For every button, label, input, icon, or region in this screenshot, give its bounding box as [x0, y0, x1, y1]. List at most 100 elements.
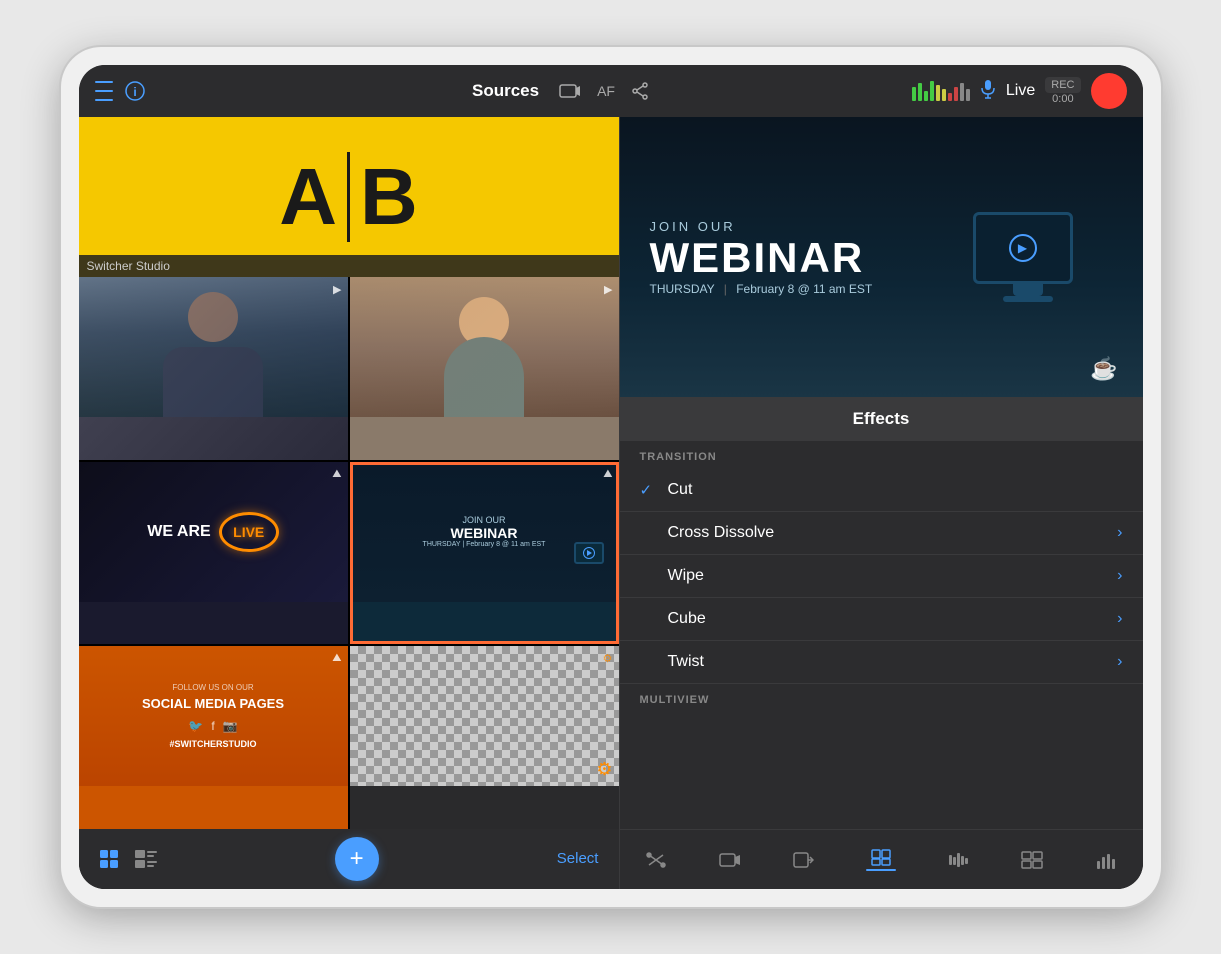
play-button-icon: ▶ [1009, 234, 1037, 262]
source-cell-social[interactable]: FOLLOW US ON OUR SOCIAL MEDIA PAGES 🐦 f … [79, 646, 348, 829]
preview-monitor: ▶ [973, 212, 1083, 302]
effect-item-twist[interactable]: ✓ Twist › [620, 641, 1143, 684]
wipe-label: Wipe [668, 567, 1118, 585]
grid-view-button[interactable] [99, 849, 119, 869]
effect-item-cut[interactable]: ✓ Cut [620, 469, 1143, 512]
twist-label: Twist [668, 653, 1118, 671]
top-bar-right: Live REC 0:00 [827, 73, 1127, 109]
record-button[interactable] [1091, 73, 1127, 109]
toolbar-mixer[interactable] [635, 847, 677, 873]
right-panel: JOIN OUR WEBINAR THURSDAY | February 8 @… [619, 117, 1143, 889]
tablet-screen: i Sources AF [79, 65, 1143, 889]
monitor-icon-mini [574, 542, 604, 564]
effect-item-cube[interactable]: ✓ Cube › [620, 598, 1143, 641]
ab-box: A B [79, 117, 619, 277]
cam1-preview [79, 277, 348, 417]
bottom-bar: + Select [79, 829, 619, 889]
select-button[interactable]: Select [557, 850, 599, 868]
top-bar-center: Sources AF [295, 81, 827, 101]
instagram-icon: 📷 [223, 719, 238, 733]
monitor-base [1003, 296, 1053, 302]
main-content: A B Switcher Studio [79, 117, 1143, 889]
cross-dissolve-chevron: › [1117, 524, 1122, 542]
sources-grid: ▶ ▶ W [79, 277, 619, 829]
cut-checkmark: ✓ [640, 481, 664, 499]
wipe-checkmark: ✓ [640, 567, 664, 585]
monitor-screen: ▶ [973, 212, 1073, 284]
source-cell-webinar[interactable]: JOIN OUR WEBINAR THURSDAY | February 8 @… [350, 462, 619, 645]
webinar-badge: ⛰ [603, 468, 612, 481]
thursday-label: THURSDAY [650, 282, 715, 296]
cam2-body [444, 337, 524, 417]
social-hashtag: #SWITCHERSTUDIO [169, 739, 256, 749]
source-cell-transparent[interactable]: ⚙ ⚙ [350, 646, 619, 829]
audio-level-bars [912, 81, 970, 101]
toolbar-audio[interactable] [938, 847, 980, 873]
live-badge: ⛰ [332, 468, 341, 481]
source-cell-live[interactable]: WE ARE LIVE ⛰ [79, 462, 348, 645]
menu-icon[interactable] [95, 79, 113, 103]
mug-icon: ☕ [1090, 356, 1117, 382]
social-main-text: SOCIAL MEDIA PAGES [142, 696, 284, 711]
right-toolbar [620, 829, 1143, 889]
date-label: February 8 @ 11 am EST [736, 282, 872, 296]
toolbar-effects[interactable] [856, 844, 906, 875]
cut-label: Cut [668, 481, 1123, 499]
effect-item-cross-dissolve[interactable]: ✓ Cross Dissolve › [620, 512, 1143, 555]
effects-panel: Effects TRANSITION ✓ Cut ✓ Cross Dissolv… [620, 397, 1143, 829]
preview-webinar-content: JOIN OUR WEBINAR THURSDAY | February 8 @… [620, 117, 1143, 397]
wipe-chevron: › [1117, 567, 1122, 585]
left-panel: A B Switcher Studio [79, 117, 619, 889]
webinar-mini-preview: JOIN OUR WEBINAR THURSDAY | February 8 @… [350, 462, 619, 602]
preview-area: JOIN OUR WEBINAR THURSDAY | February 8 @… [620, 117, 1143, 397]
cross-dissolve-checkmark: ✓ [640, 524, 664, 542]
rec-timer: 0:00 [1052, 93, 1073, 105]
af-label[interactable]: AF [597, 83, 615, 99]
add-source-button[interactable]: + [335, 837, 379, 881]
live-label: Live [1006, 82, 1035, 100]
info-icon[interactable]: i [125, 81, 145, 101]
toolbar-multiview[interactable] [1011, 847, 1053, 873]
twist-checkmark: ✓ [640, 653, 664, 671]
cross-dissolve-label: Cross Dissolve [668, 524, 1118, 542]
svg-text:i: i [133, 85, 136, 99]
add-button-container: + [335, 837, 379, 881]
top-bar-left: i [95, 79, 295, 103]
social-badge: ⛰ [332, 652, 341, 665]
toolbar-camera[interactable] [709, 847, 751, 873]
webinar-join-our: JOIN OUR [462, 515, 505, 525]
tablet-frame: i Sources AF [61, 47, 1161, 907]
live-ring: LIVE [219, 512, 279, 552]
microphone-icon[interactable] [980, 79, 996, 104]
transparent-badge: ⚙ [603, 652, 613, 665]
facebook-icon: f [211, 719, 214, 733]
cube-chevron: › [1117, 610, 1122, 628]
twitter-icon: 🐦 [188, 719, 203, 733]
social-icons-row: 🐦 f 📷 [188, 719, 237, 733]
source-cell-cam1[interactable]: ▶ [79, 277, 348, 460]
switcher-label: Switcher Studio [79, 255, 619, 277]
social-follow-text: FOLLOW US ON OUR [172, 683, 253, 692]
transparent-preview: ⚙ [350, 646, 619, 786]
source-cell-cam2[interactable]: ▶ [350, 277, 619, 460]
camera-icon[interactable] [559, 82, 581, 100]
toolbar-stats[interactable] [1085, 847, 1127, 873]
ab-divider [347, 152, 350, 242]
ab-text: A B [279, 151, 418, 243]
top-bar: i Sources AF [79, 65, 1143, 117]
live-preview: WE ARE LIVE [79, 462, 348, 602]
twist-chevron: › [1117, 653, 1122, 671]
sources-title: Sources [472, 81, 539, 101]
webinar-mini-title: WEBINAR [451, 525, 518, 541]
multiview-section-label: MULTIVIEW [620, 684, 1143, 712]
effect-item-wipe[interactable]: ✓ Wipe › [620, 555, 1143, 598]
cam1-badge: ▶ [333, 283, 341, 296]
transition-section-label: TRANSITION [620, 441, 1143, 469]
toolbar-output[interactable] [782, 847, 824, 873]
b-label: B [360, 151, 418, 243]
list-view-button[interactable] [135, 849, 157, 869]
ab-preview: A B Switcher Studio [79, 117, 619, 277]
share-icon[interactable] [631, 82, 649, 100]
cube-label: Cube [668, 610, 1118, 628]
rec-badge: REC [1045, 77, 1080, 93]
